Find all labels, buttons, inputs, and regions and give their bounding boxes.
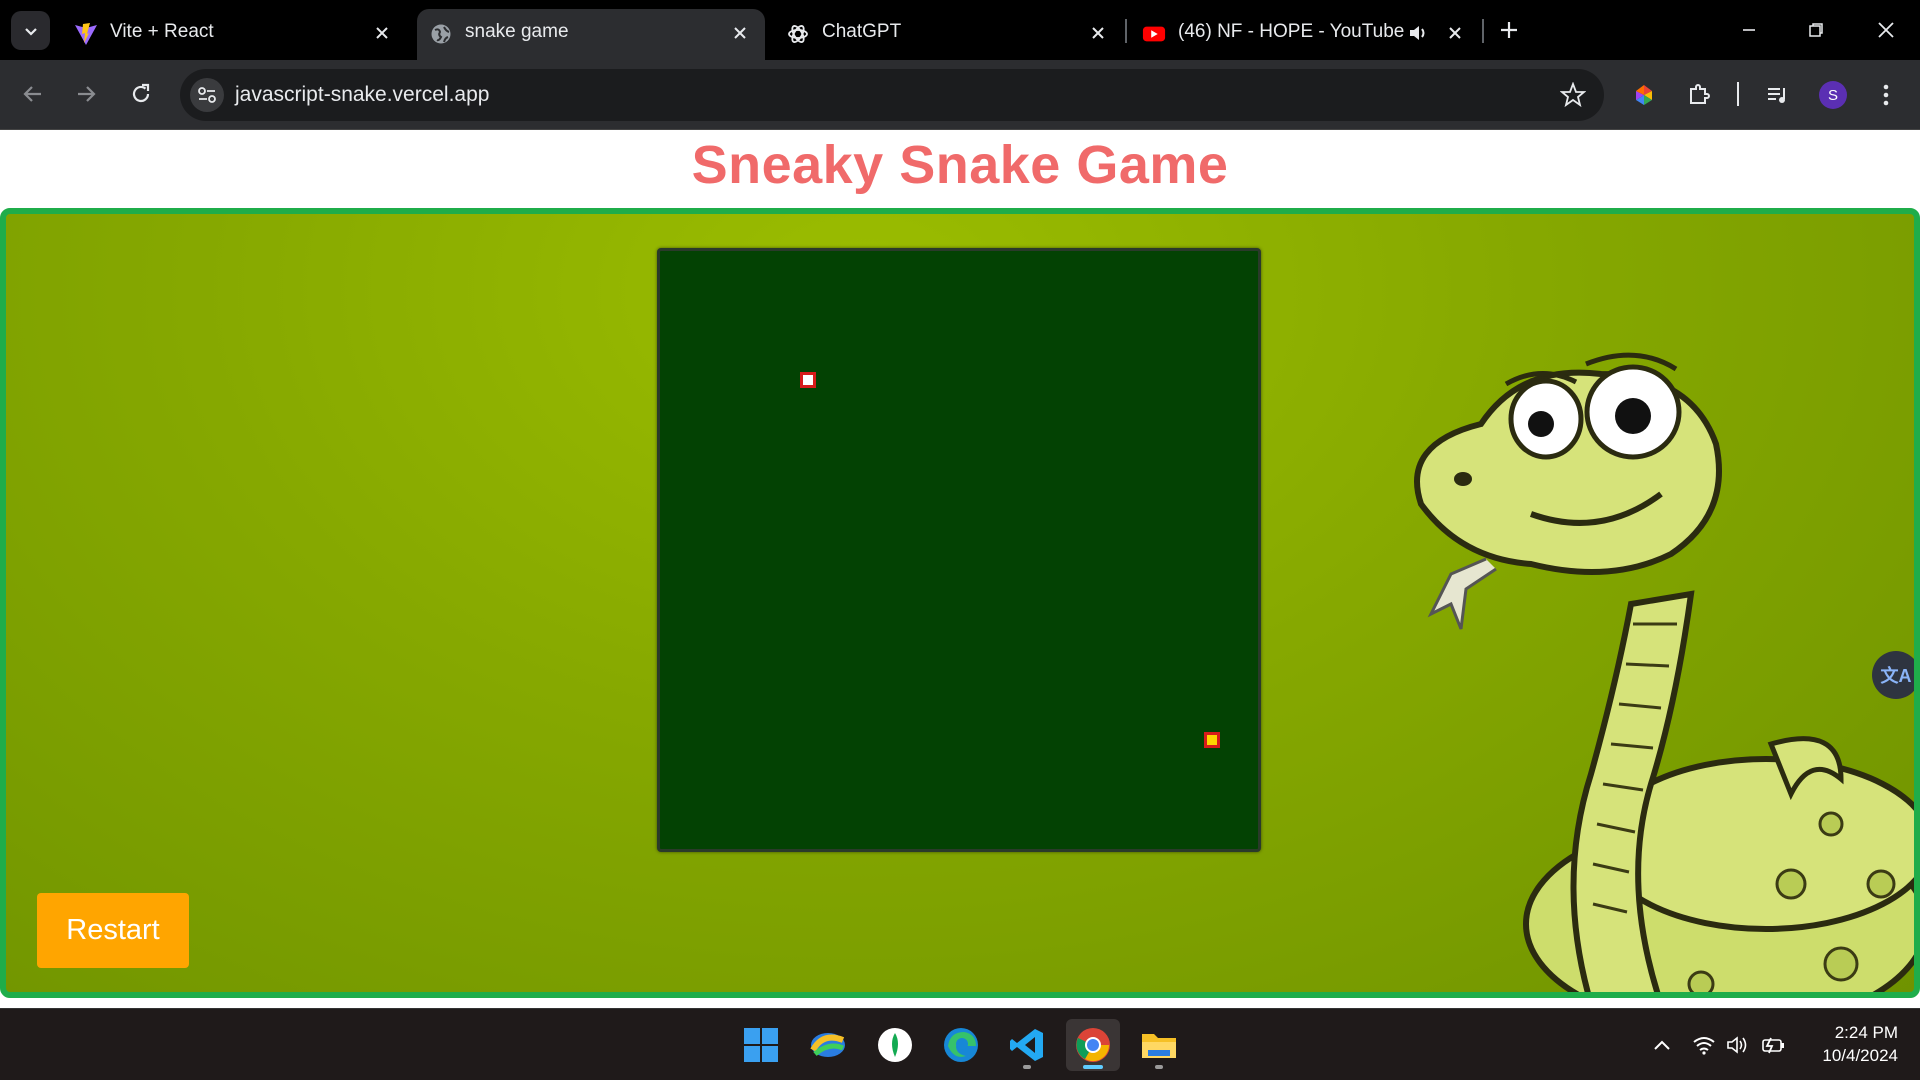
- forward-button[interactable]: [66, 74, 106, 114]
- game-area: Restart 文A: [0, 208, 1920, 998]
- tab-title: Vite + React: [110, 21, 214, 42]
- avatar: S: [1819, 81, 1847, 109]
- close-tab-icon[interactable]: [1443, 21, 1467, 45]
- clock-time: 2:24 PM: [1834, 1023, 1898, 1042]
- arrow-left-icon: [23, 86, 41, 102]
- vite-icon: [74, 22, 98, 46]
- extensions-puzzle-icon[interactable]: [1681, 77, 1717, 113]
- profile-avatar[interactable]: S: [1815, 77, 1851, 113]
- page-title: Sneaky Snake Game: [691, 135, 1229, 195]
- game-board[interactable]: [657, 248, 1261, 852]
- food-item: [1204, 732, 1220, 748]
- media-control-icon[interactable]: [1760, 77, 1796, 113]
- browser-menu-button[interactable]: [1868, 77, 1904, 113]
- globe-icon: [429, 22, 453, 46]
- tab-title: snake game: [465, 21, 569, 42]
- tab-separator: [1482, 19, 1484, 43]
- restore-icon: [1809, 23, 1823, 37]
- chrome-icon[interactable]: [1066, 1019, 1120, 1071]
- tab-vite-react[interactable]: Vite + React: [62, 9, 404, 60]
- close-tab-icon[interactable]: [1086, 21, 1110, 45]
- web-page: Sneaky Snake Game Restart 文A: [0, 130, 1920, 1008]
- edge-icon[interactable]: [934, 1019, 988, 1071]
- wifi-icon[interactable]: [1690, 1031, 1718, 1059]
- clock-date: 10/4/2024: [1822, 1046, 1898, 1065]
- close-tab-icon[interactable]: [728, 21, 752, 45]
- running-indicator: [1023, 1065, 1031, 1069]
- browser-tab-strip: Vite + React snake game ChatGPT (46) NF …: [0, 0, 1920, 60]
- plus-icon: [1501, 22, 1517, 38]
- translate-extension-icon[interactable]: 文A: [1872, 651, 1914, 699]
- restore-window-button[interactable]: [1792, 10, 1840, 50]
- mongodb-compass-icon[interactable]: [868, 1019, 922, 1071]
- youtube-icon: [1142, 22, 1166, 46]
- reload-icon: [132, 83, 150, 103]
- photos-icon[interactable]: [801, 1019, 855, 1071]
- system-clock[interactable]: 2:24 PM 10/4/2024: [1822, 1021, 1898, 1067]
- close-window-button[interactable]: [1862, 10, 1910, 50]
- snake-head: [800, 372, 816, 388]
- tab-audio-icon[interactable]: [1406, 21, 1430, 45]
- reload-button[interactable]: [121, 74, 161, 114]
- more-vertical-icon: [1883, 84, 1889, 106]
- site-info-icon[interactable]: [190, 78, 224, 112]
- close-icon: [1878, 22, 1894, 38]
- url-text: javascript-snake.vercel.app: [235, 83, 490, 106]
- toolbar-divider: [1737, 82, 1739, 106]
- tab-snake-game[interactable]: snake game: [417, 9, 765, 60]
- windows-taskbar: 2:24 PM 10/4/2024: [0, 1008, 1920, 1080]
- close-tab-icon[interactable]: [370, 21, 394, 45]
- tab-youtube[interactable]: (46) NF - HOPE - YouTube: [1130, 9, 1470, 60]
- chatgpt-icon: [786, 22, 810, 46]
- vscode-icon[interactable]: [1000, 1019, 1054, 1071]
- tab-separator: [1125, 19, 1127, 43]
- chevron-down-icon: [24, 27, 37, 36]
- minimize-window-button[interactable]: [1725, 10, 1773, 50]
- bookmark-star-icon[interactable]: [1560, 82, 1586, 108]
- battery-charging-icon[interactable]: [1760, 1031, 1788, 1059]
- windows-start-icon[interactable]: [734, 1019, 788, 1071]
- browser-toolbar: javascript-snake.vercel.app S: [0, 60, 1920, 130]
- tab-title: ChatGPT: [822, 21, 902, 42]
- back-button[interactable]: [13, 74, 53, 114]
- new-tab-button[interactable]: [1485, 10, 1533, 50]
- minimize-icon: [1743, 29, 1755, 31]
- arrow-right-icon: [78, 86, 96, 102]
- tab-title: (46) NF - HOPE - YouTube: [1178, 21, 1405, 42]
- color-picker-extension-icon[interactable]: [1626, 77, 1662, 113]
- restart-button[interactable]: Restart: [37, 893, 189, 968]
- snake-mascot-illustration: [1414, 352, 1914, 992]
- address-bar[interactable]: javascript-snake.vercel.app: [180, 69, 1604, 121]
- show-hidden-icons-chevron-up-icon[interactable]: [1648, 1031, 1676, 1059]
- file-explorer-icon[interactable]: [1132, 1019, 1186, 1071]
- running-indicator: [1155, 1065, 1163, 1069]
- active-indicator: [1083, 1065, 1103, 1069]
- tab-search-button[interactable]: [11, 11, 50, 50]
- tab-chatgpt[interactable]: ChatGPT: [774, 9, 1116, 60]
- volume-icon[interactable]: [1724, 1031, 1752, 1059]
